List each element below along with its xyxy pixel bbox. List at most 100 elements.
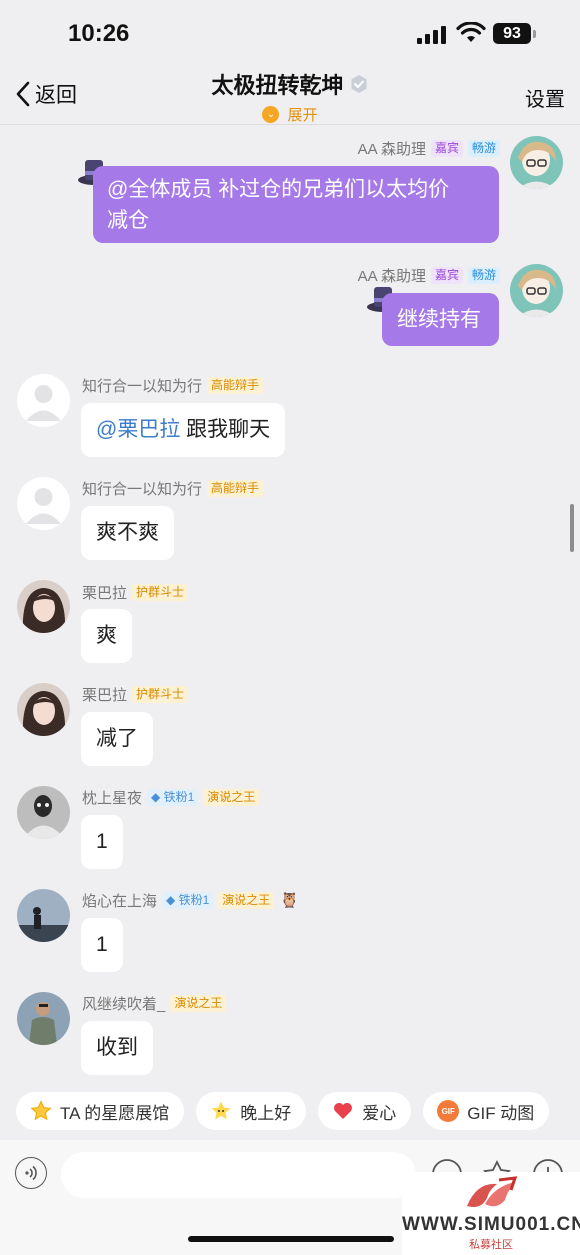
message-text: 1 <box>96 933 108 956</box>
avatar[interactable] <box>17 992 70 1045</box>
message-sender-row: 风继续吹着_ 演说之王 <box>82 993 227 1013</box>
message-sender-row: 栗巴拉 护群斗士 <box>82 684 189 704</box>
scrollbar[interactable] <box>570 504 574 552</box>
message-text: 继续持有 <box>397 308 481 331</box>
message-text: 收到 <box>96 1036 138 1059</box>
message-bubble[interactable]: 1 <box>81 815 123 869</box>
message-bubble[interactable]: 1 <box>81 918 123 972</box>
outgoing-message-bubble[interactable]: 继续持有 <box>382 293 499 346</box>
home-indicator <box>188 1236 394 1242</box>
quick-reply-label: 晚上好 <box>240 1103 292 1123</box>
default-user-icon <box>26 385 61 421</box>
guest-badge: 嘉宾 <box>430 139 463 157</box>
message-bubble[interactable]: 收到 <box>81 1021 153 1075</box>
expand-label: 展开 <box>287 107 318 124</box>
nav-divider <box>0 124 580 125</box>
quick-reply-label: GIF 动图 <box>467 1103 535 1123</box>
cellular-signal-icon <box>417 26 447 44</box>
chevron-down-icon: ⌄ <box>262 106 280 123</box>
message-text-line: 减仓 <box>107 209 149 232</box>
avatar[interactable] <box>17 683 70 736</box>
heart-icon <box>332 1100 354 1122</box>
message-sender-row: AA 森助理 嘉宾 畅游 <box>358 138 500 158</box>
message-sender-row: 焰心在上海 ◆ 铁粉1 演说之王 🦉 <box>82 890 299 910</box>
fan-level-label: 铁粉1 <box>178 892 210 907</box>
outgoing-message-bubble[interactable]: @全体成员 补过仓的兄弟们以太均价 减仓 <box>93 166 499 243</box>
wifi-icon <box>456 22 486 42</box>
sender-name: 知行合一以知为行 <box>82 480 203 498</box>
tour-badge: 畅游 <box>467 266 500 284</box>
message-text: 减了 <box>96 727 138 750</box>
message-input[interactable] <box>61 1152 416 1198</box>
avatar[interactable] <box>510 264 563 317</box>
message-bubble[interactable]: 爽 <box>81 609 132 663</box>
watermark: WWW.SIMU001.CN 私募社区 <box>402 1172 580 1255</box>
default-user-icon <box>26 488 61 524</box>
sender-name: 焰心在上海 <box>82 892 158 910</box>
debater-badge: 高能辩手 <box>207 376 264 394</box>
sparkle-emoji-icon <box>210 1100 232 1122</box>
sender-name: AA 森助理 <box>357 140 426 158</box>
message-sender-row: 栗巴拉 护群斗士 <box>82 582 189 602</box>
masked-person-avatar-icon <box>17 786 70 839</box>
simu-logo-icon <box>467 1176 518 1207</box>
settings-button[interactable]: 设置 <box>525 83 565 112</box>
voice-input-button[interactable] <box>15 1157 47 1189</box>
battery-tip <box>533 30 536 38</box>
message-bubble[interactable]: 爽不爽 <box>81 506 174 560</box>
message-text: 爽不爽 <box>96 521 159 544</box>
watermark-subtitle: 私募社区 <box>469 1239 513 1251</box>
man-photo-avatar-icon <box>17 992 70 1045</box>
speaker-badge: 演说之王 <box>218 891 275 909</box>
quick-reply-good-evening[interactable]: 晚上好 <box>196 1092 307 1130</box>
tour-badge: 畅游 <box>467 139 500 157</box>
voice-wave-icon <box>25 1165 37 1181</box>
speaker-badge: 演说之王 <box>170 994 227 1012</box>
message-text: 爽 <box>96 624 117 647</box>
anime-avatar-icon <box>510 264 563 317</box>
message-text-line: @全体成员 补过仓的兄弟们以太均价 <box>107 178 450 201</box>
message-sender-row: AA 森助理 嘉宾 畅游 <box>358 265 500 285</box>
message-sender-row: 枕上星夜 ◆ 铁粉1 演说之王 <box>82 787 260 807</box>
status-time: 10:26 <box>68 20 130 47</box>
expand-button[interactable]: ⌄ 展开 <box>262 104 318 125</box>
quick-reply-heart[interactable]: 爱心 <box>318 1092 412 1130</box>
guardian-badge: 护群斗士 <box>132 583 189 601</box>
girl-photo-avatar-icon <box>17 683 70 736</box>
debater-badge: 高能辩手 <box>207 479 264 497</box>
anime-avatar-icon <box>510 136 563 189</box>
avatar[interactable] <box>17 477 70 530</box>
quick-reply-label: TA 的星愿展馆 <box>60 1103 170 1123</box>
message-bubble[interactable]: 减了 <box>81 712 153 766</box>
avatar[interactable] <box>17 374 70 427</box>
guardian-badge: 护群斗士 <box>132 685 189 703</box>
sender-name: 栗巴拉 <box>82 584 128 602</box>
sender-name: 栗巴拉 <box>82 686 128 704</box>
silhouette-avatar-icon <box>17 889 70 942</box>
girl-photo-avatar-icon <box>17 580 70 633</box>
fan-level-badge: ◆ 铁粉1 <box>162 891 214 909</box>
avatar[interactable] <box>17 889 70 942</box>
message-sender-row: 知行合一以知为行 高能辩手 <box>82 375 264 395</box>
quick-reply-gif[interactable]: GIF GIF 动图 <box>423 1092 550 1130</box>
navigation-bar: 返回 太极扭转乾坤 ⌄ 展开 设置 <box>0 64 580 124</box>
avatar[interactable] <box>17 580 70 633</box>
avatar[interactable] <box>510 136 563 189</box>
quick-reply-bar: TA 的星愿展馆 晚上好 爱心 GIF GIF 动图 <box>16 1092 561 1130</box>
sender-name: 枕上星夜 <box>82 789 143 807</box>
quick-reply-star-gallery[interactable]: TA 的星愿展馆 <box>16 1092 185 1130</box>
star-icon <box>30 1100 52 1122</box>
message-bubble[interactable]: @栗巴拉 跟我聊天 <box>81 403 286 457</box>
message-text: 1 <box>96 830 108 853</box>
verified-badge-icon <box>351 75 366 93</box>
sender-name: 知行合一以知为行 <box>82 377 203 395</box>
fan-level-label: 铁粉1 <box>163 789 195 804</box>
speaker-badge: 演说之王 <box>203 788 260 806</box>
message-text: 跟我聊天 <box>180 418 271 441</box>
sender-name: 风继续吹着_ <box>82 995 166 1013</box>
page-title: 太极扭转乾坤 <box>211 68 368 100</box>
mention-link[interactable]: @栗巴拉 <box>96 418 180 441</box>
gif-icon: GIF <box>437 1100 460 1122</box>
avatar[interactable] <box>17 786 70 839</box>
quick-reply-label: 爱心 <box>362 1103 397 1123</box>
